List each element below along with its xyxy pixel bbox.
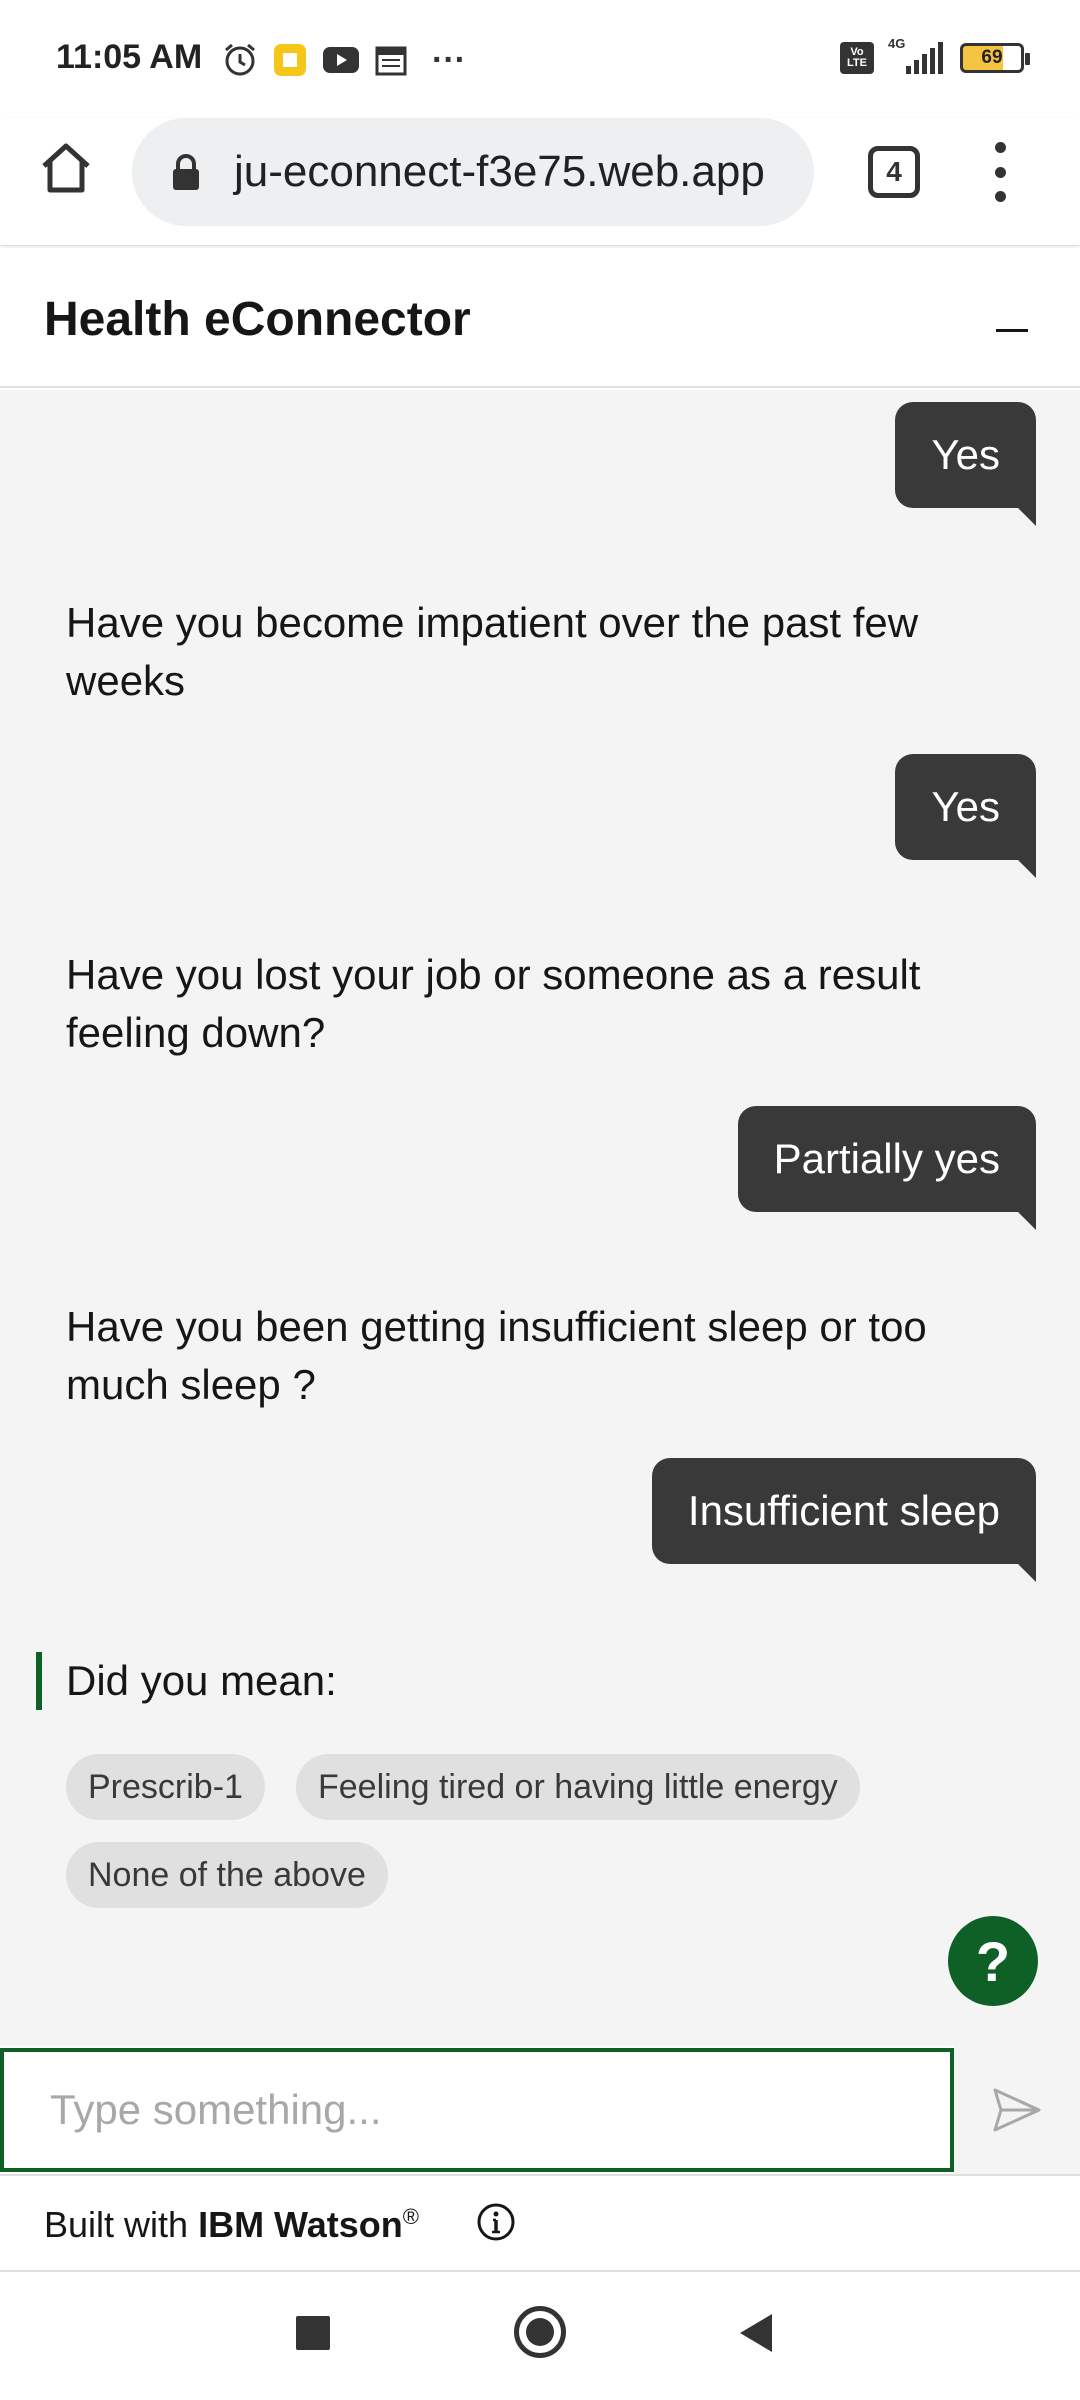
did-you-mean-label: Did you mean:	[66, 1657, 337, 1704]
minimize-icon[interactable]	[996, 314, 1030, 348]
signal-icon: 4G	[888, 36, 946, 76]
suggestion-chip-none[interactable]: None of the above	[66, 1842, 388, 1908]
more-notifications-icon: ···	[432, 40, 466, 79]
app-notification-icon	[272, 42, 308, 78]
bot-message: Have you lost your job or someone as a r…	[66, 951, 921, 1056]
chat-transcript[interactable]: Yes Have you become impatient over the p…	[0, 390, 1080, 2046]
status-time: 11:05 AM	[56, 38, 203, 76]
chat-header: Health eConnector	[0, 248, 1080, 388]
built-with-label: Built with	[44, 2204, 199, 2245]
message-input[interactable]	[0, 2048, 954, 2172]
suggestion-chip-prescrib[interactable]: Prescrib-1	[66, 1754, 265, 1820]
watson-footer: Built with IBM Watson®	[0, 2174, 1080, 2272]
tab-switcher-button[interactable]: 4	[868, 146, 920, 198]
status-right-group: Vo LTE 4G 69	[840, 36, 1030, 76]
volte-icon: Vo LTE	[840, 42, 874, 74]
suggestion-chip-feeling-tired[interactable]: Feeling tired or having little energy	[296, 1754, 860, 1820]
alarm-icon	[222, 42, 258, 78]
calendar-icon	[374, 42, 408, 78]
brand-name: IBM Watson	[198, 2204, 403, 2245]
lock-icon	[170, 152, 202, 192]
built-with-text: Built with IBM Watson®	[44, 2204, 419, 2246]
browser-toolbar: ju-econnect-f3e75.web.app 4	[0, 118, 1080, 246]
home-icon[interactable]	[36, 138, 96, 198]
user-message: Insufficient sleep	[651, 1458, 1037, 1582]
send-icon[interactable]	[954, 2046, 1080, 2174]
nav-home-icon[interactable]	[514, 2306, 566, 2358]
info-icon[interactable]	[476, 2202, 516, 2242]
url-text[interactable]: ju-econnect-f3e75.web.app	[234, 147, 765, 197]
user-message: Partially yes	[737, 1106, 1037, 1230]
message-input-row	[0, 2046, 1080, 2174]
bot-message: Have you become impatient over the past …	[66, 599, 919, 704]
user-message: Yes	[895, 402, 1036, 526]
browser-menu-icon[interactable]	[990, 142, 1010, 202]
did-you-mean-accent	[36, 1652, 42, 1710]
user-message: Yes	[895, 754, 1036, 878]
trademark: ®	[402, 2204, 419, 2229]
help-button[interactable]: ?	[948, 1916, 1038, 2006]
url-bar[interactable]: ju-econnect-f3e75.web.app	[132, 118, 814, 226]
battery-icon: 69	[960, 43, 1030, 73]
back-icon[interactable]	[740, 2314, 772, 2352]
bot-message: Have you been getting insufficient sleep…	[66, 1303, 927, 1408]
status-bar: 11:05 AM ··· Vo LTE 4G 69	[0, 0, 1080, 118]
recent-apps-icon[interactable]	[296, 2316, 330, 2350]
chat-title: Health eConnector	[44, 293, 471, 346]
youtube-icon	[322, 42, 360, 78]
system-nav-bar	[0, 2272, 1080, 2400]
